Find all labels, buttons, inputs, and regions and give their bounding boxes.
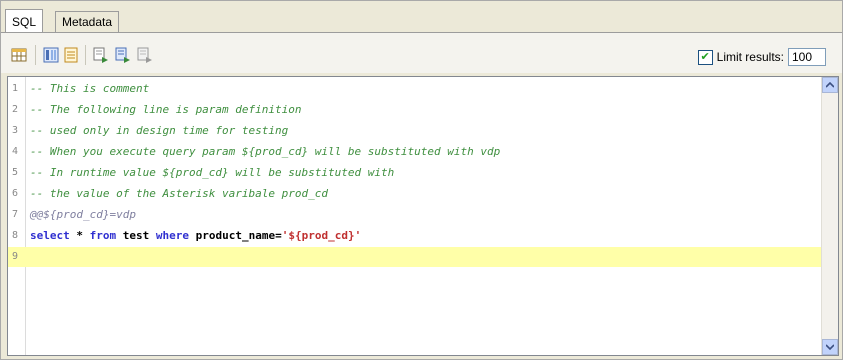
string-literal: '${prod_cd}' — [281, 229, 362, 242]
code-line: 3 -- used only in design time for testin… — [8, 121, 822, 141]
tab-metadata[interactable]: Metadata — [55, 11, 120, 32]
toolbar-separator — [35, 45, 36, 65]
chevron-down-icon — [826, 344, 834, 350]
limit-results-input[interactable] — [788, 48, 826, 66]
code-line-current: 9 — [8, 247, 822, 267]
chevron-up-icon — [826, 82, 834, 88]
line-number: 6 — [11, 188, 19, 199]
line-number: 8 — [11, 230, 19, 241]
keyword-select: select — [30, 229, 70, 242]
table-grid-icon[interactable] — [11, 47, 27, 63]
line-number: 2 — [11, 104, 19, 115]
execute-icon[interactable] — [93, 47, 109, 63]
scroll-down-button[interactable] — [822, 339, 838, 355]
keyword-where: where — [155, 229, 189, 242]
code-line: 1 -- This is comment — [8, 79, 822, 99]
code-comment: -- the value of the Asterisk varibale pr… — [30, 187, 329, 200]
code-text: product_name= — [189, 229, 282, 242]
tab-sql[interactable]: SQL — [5, 9, 44, 34]
code-line: 2 -- The following line is param definit… — [8, 100, 822, 120]
code-text: * — [69, 229, 90, 242]
column-view-icon[interactable] — [43, 47, 59, 63]
scroll-up-button[interactable] — [822, 77, 838, 93]
code-line: 6 -- the value of the Asterisk varibale … — [8, 184, 822, 204]
vertical-scrollbar[interactable] — [821, 77, 838, 355]
code-comment: -- This is comment — [30, 82, 150, 95]
keyword-from: from — [89, 229, 117, 242]
toolbar: ✔ Limit results: — [1, 33, 842, 73]
tab-bar: SQL Metadata — [1, 1, 842, 34]
code-comment: -- In runtime value ${prod_cd} will be s… — [30, 166, 395, 179]
stop-icon[interactable] — [137, 47, 153, 63]
code-comment: -- used only in design time for testing — [30, 124, 289, 137]
sql-editor-window: SQL Metadata ✔ Limit results: 100 1 -- T… — [0, 0, 843, 360]
line-number: 1 — [11, 83, 19, 94]
code-line: 5 -- In runtime value ${prod_cd} will be… — [8, 163, 822, 183]
limit-results-label: Limit results: — [716, 50, 784, 64]
sql-code-editor[interactable]: 1 -- This is comment 2 -- The following … — [7, 76, 839, 356]
toolbar-separator — [85, 45, 86, 65]
line-number: 3 — [11, 125, 19, 136]
code-line: 8 select * from test where product_name=… — [8, 226, 822, 246]
sql-statement: select * from test where product_name='$… — [30, 226, 361, 246]
line-number: 5 — [11, 167, 19, 178]
code-text: test — [116, 229, 156, 242]
code-line: 4 -- When you execute query param ${prod… — [8, 142, 822, 162]
code-line: 7 @@${prod_cd}=vdp — [8, 205, 822, 225]
param-definition: @@${prod_cd}=vdp — [30, 208, 136, 221]
line-number: 4 — [11, 146, 19, 157]
line-number: 7 — [11, 209, 19, 220]
document-icon[interactable] — [63, 47, 79, 63]
execute-all-icon[interactable] — [115, 47, 131, 63]
code-comment: -- The following line is param definitio… — [30, 103, 302, 116]
limit-results-checkbox[interactable]: ✔ — [697, 49, 713, 65]
limit-results-control: ✔ Limit results: — [697, 47, 826, 67]
code-comment: -- When you execute query param ${prod_c… — [30, 145, 501, 158]
line-number: 9 — [11, 251, 19, 262]
